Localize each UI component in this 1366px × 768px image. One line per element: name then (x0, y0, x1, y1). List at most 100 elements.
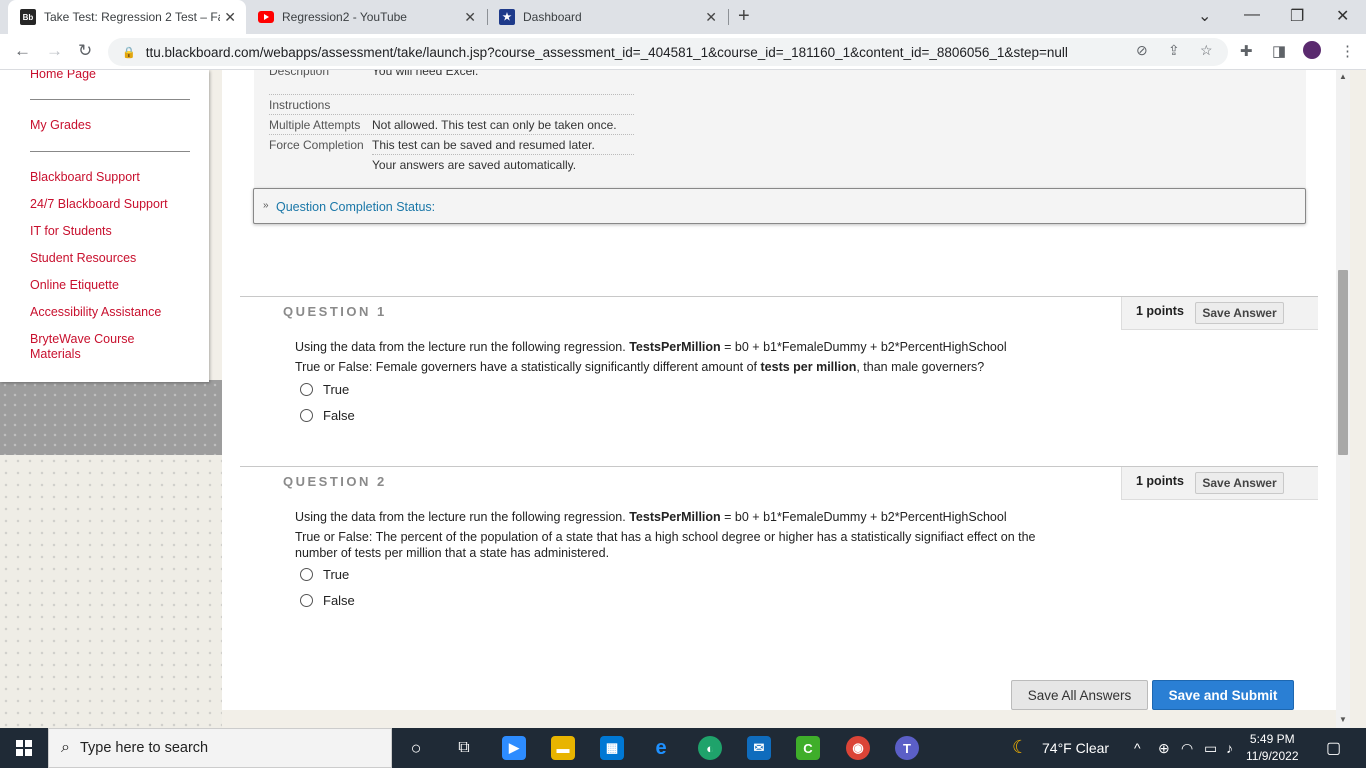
question-text-line: True or False: Female governers have a s… (295, 360, 985, 374)
volume-icon[interactable]: ♪ (1226, 740, 1233, 756)
sidebar-item-accessibility[interactable]: Accessibility Assistance (30, 305, 161, 320)
completion-status-label: Question Completion Status: (276, 200, 436, 214)
restore-icon[interactable]: ❐ (1290, 6, 1304, 26)
taskbar-clock[interactable]: 5:49 PM 11/9/2022 (1246, 731, 1299, 765)
answer-option-true[interactable]: True (300, 382, 349, 397)
save-all-answers-button[interactable]: Save All Answers (1011, 680, 1148, 710)
force-completion-row: Force Completion This test can be saved a… (269, 138, 595, 152)
search-placeholder: Type here to search (79, 740, 209, 756)
points-value: 1 points (1136, 474, 1184, 488)
battery-icon[interactable]: ▭ (1204, 740, 1217, 757)
tab-search-icon[interactable]: ⌄ (1198, 6, 1211, 26)
answer-option-false[interactable]: False (300, 593, 355, 608)
radio-button[interactable] (300, 594, 313, 607)
new-tab-icon[interactable]: + (738, 5, 750, 28)
save-answer-button[interactable]: Save Answer (1195, 302, 1284, 324)
sidebar-item-247-support[interactable]: 24/7 Blackboard Support (30, 197, 168, 212)
blackboard-favicon-icon: Bb (20, 9, 36, 25)
task-view-icon[interactable]: ⧉ (452, 736, 476, 760)
attempts-label: Multiple Attempts (269, 118, 361, 132)
tab-dashboard[interactable]: ★ Dashboard ✕ (487, 0, 727, 34)
tab-youtube[interactable]: Regression2 - YouTube ✕ (246, 0, 486, 34)
tray-chevron-up-icon[interactable]: ^ (1134, 740, 1141, 756)
points-box: 1 points Save Answer (1121, 297, 1318, 330)
weather-text[interactable]: 74°F Clear (1042, 740, 1109, 756)
bookmark-star-icon[interactable]: ☆ (1200, 42, 1213, 59)
side-panel-icon[interactable]: ◨ (1272, 42, 1286, 60)
notification-icon[interactable]: ▢ (1326, 738, 1341, 758)
reload-icon[interactable]: ↻ (78, 41, 92, 61)
option-label: False (323, 408, 355, 423)
wifi-icon[interactable]: ◠ (1181, 740, 1193, 757)
tab-title: Dashboard (523, 10, 582, 24)
extensions-icon[interactable]: ✚ (1240, 42, 1253, 60)
attempts-row: Multiple Attempts Not allowed. This test … (269, 118, 617, 132)
sidebar-item-it-for-students[interactable]: IT for Students (30, 224, 112, 239)
tab-take-test[interactable]: Bb Take Test: Regression 2 Test – Fall ✕ (8, 0, 246, 34)
lock-icon[interactable]: 🔒 (122, 46, 136, 59)
sidebar-item-online-etiquette[interactable]: Online Etiquette (30, 278, 119, 293)
edge-icon[interactable]: ◐ (698, 736, 722, 760)
option-label: True (323, 382, 350, 397)
save-and-submit-button[interactable]: Save and Submit (1152, 680, 1294, 710)
divider (30, 99, 190, 100)
tray-app-icon[interactable]: ⊕ (1158, 740, 1170, 757)
close-tab-icon[interactable]: ✕ (464, 9, 476, 26)
page-scrollbar[interactable]: ▲ ▼ (1336, 70, 1350, 728)
scroll-down-icon[interactable]: ▼ (1339, 715, 1347, 724)
mail-icon[interactable]: ✉ (747, 736, 771, 760)
back-icon[interactable]: ← (14, 41, 31, 61)
browser-tab-strip: Bb Take Test: Regression 2 Test – Fall ✕… (0, 0, 1366, 34)
test-content: Description You will need Excel. Instruct… (222, 70, 1336, 710)
eye-off-icon[interactable]: ⊘ (1136, 42, 1148, 59)
sidebar-item-student-resources[interactable]: Student Resources (30, 251, 136, 266)
teams-icon[interactable]: T (895, 736, 919, 760)
description-label: Description (269, 70, 330, 78)
radio-button[interactable] (300, 409, 313, 422)
instructions-label: Instructions (269, 98, 331, 112)
share-icon[interactable]: ⇪ (1168, 42, 1180, 59)
page-viewport: Home Page My Grades Blackboard Support 2… (0, 70, 1366, 728)
tab-separator (728, 9, 729, 25)
scroll-thumb[interactable] (1338, 270, 1348, 455)
minimize-icon[interactable]: — (1244, 6, 1260, 24)
points-value: 1 points (1136, 304, 1184, 318)
description-value: You will need Excel. (372, 70, 479, 78)
sidebar-item-home-page[interactable]: Home Page (30, 70, 96, 82)
scroll-up-icon[interactable]: ▲ (1339, 72, 1347, 81)
sidebar-item-brytewave[interactable]: BryteWave Course Materials (30, 332, 170, 362)
answer-option-true[interactable]: True (300, 567, 349, 582)
zoom-icon[interactable]: ▶ (502, 736, 526, 760)
answer-option-false[interactable]: False (300, 408, 355, 423)
sidebar-item-my-grades[interactable]: My Grades (30, 118, 91, 133)
cortana-icon[interactable]: ○ (404, 736, 428, 760)
camtasia-icon[interactable]: C (796, 736, 820, 760)
internet-explorer-icon[interactable]: e (649, 736, 673, 760)
course-menu: Home Page My Grades Blackboard Support 2… (0, 70, 209, 382)
close-tab-icon[interactable]: ✕ (224, 9, 236, 26)
windows-start-icon[interactable] (16, 740, 32, 756)
instructions-row: Instructions (269, 98, 372, 112)
attempts-value: Not allowed. This test can only be taken… (372, 118, 617, 132)
chrome-icon[interactable]: ◉ (846, 736, 870, 760)
profile-avatar[interactable] (1303, 41, 1321, 59)
radio-button[interactable] (300, 383, 313, 396)
radio-button[interactable] (300, 568, 313, 581)
question-completion-status[interactable]: » Question Completion Status: (253, 188, 1306, 224)
menu-dots-icon[interactable]: ⋮ (1340, 42, 1355, 60)
file-explorer-icon[interactable]: ▬ (551, 736, 575, 760)
address-bar[interactable]: 🔒 ttu.blackboard.com/webapps/assessment/… (108, 38, 1228, 66)
taskbar-search[interactable]: ⌕ Type here to search (48, 728, 392, 768)
question-text-line: Using the data from the lecture run the … (295, 340, 1007, 354)
store-icon[interactable]: ▦ (600, 736, 624, 760)
close-tab-icon[interactable]: ✕ (705, 9, 717, 26)
save-answer-button[interactable]: Save Answer (1195, 472, 1284, 494)
background-pattern (0, 380, 222, 455)
tab-title: Regression2 - YouTube (282, 10, 407, 24)
force-completion-value: This test can be saved and resumed later… (372, 138, 595, 152)
divider (269, 114, 634, 115)
question-text-line: number of tests per million that a state… (295, 546, 610, 560)
close-window-icon[interactable]: ✕ (1336, 6, 1349, 26)
sidebar-item-blackboard-support[interactable]: Blackboard Support (30, 170, 140, 185)
forward-icon[interactable]: → (46, 41, 63, 61)
